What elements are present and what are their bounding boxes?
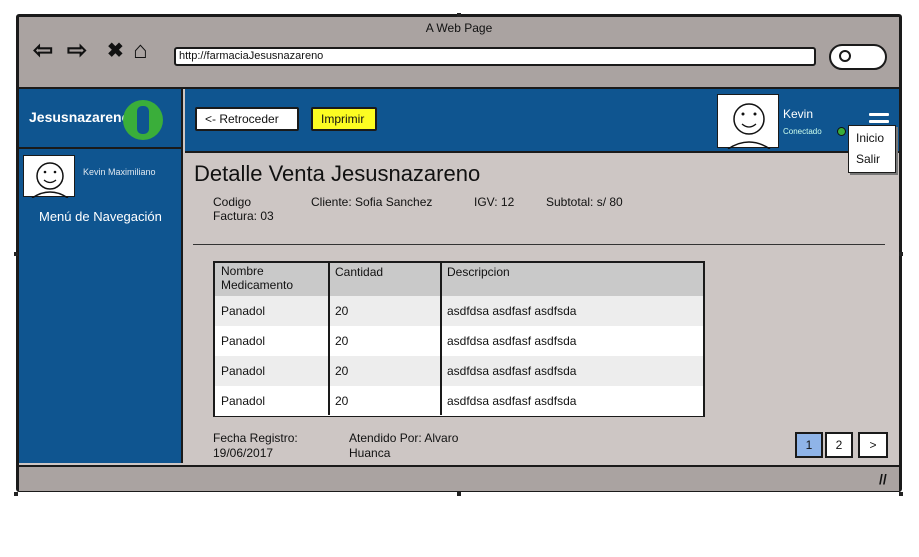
table-row[interactable]: Panadol 20 asdfdsa asdfasf asdfsda [215,356,703,386]
user-name: Kevin Maximiliano [83,167,156,177]
table-cell: Panadol [221,334,266,348]
online-status-icon [837,127,846,136]
divider [193,244,885,245]
table-cell: asdfdsa asdfasf asdfsda [447,334,577,348]
avatar-face-icon [31,162,69,199]
stop-icon[interactable]: ✖ [107,37,124,65]
window-title: A Web Page [425,21,493,35]
browser-statusbar: // [19,465,899,491]
table-cell: 20 [335,334,349,348]
column-divider [440,263,442,415]
sidebar: Jesusnazareno Kevin Maximiliano Menú de … [19,89,183,463]
table-cell: 20 [335,394,349,408]
brand-logo-mark [137,106,149,134]
page-1-button[interactable]: 1 [795,432,823,458]
page-title: Detalle Venta Jesusnazareno [194,161,481,186]
forward-arrow-icon[interactable]: ⇨ [67,37,87,65]
app-header: <- Retroceder Imprimir Kevin Conectado [185,89,899,153]
next-page-button[interactable]: > [858,432,888,458]
selection-handle [899,492,903,496]
sale-detail-table: Nombre Medicamento Cantidad Descripcion … [213,261,705,417]
brand: Jesusnazareno [19,89,183,149]
browser-search-button[interactable] [829,44,887,70]
brand-name: Jesusnazareno [29,109,131,125]
url-bar[interactable]: http://farmaciaJesusnazareno [174,47,816,66]
back-arrow-icon[interactable]: ⇦ [33,37,53,65]
table-cell: 20 [335,364,349,378]
table-row[interactable]: Panadol 20 asdfdsa asdfasf asdfsda [215,326,703,356]
table-cell: Panadol [221,304,266,318]
subtotal-value: Subtotal: s/ 80 [546,195,623,209]
menu-item-salir[interactable]: Salir [856,152,880,166]
table-row[interactable]: Panadol 20 asdfdsa asdfasf asdfsda [215,296,703,326]
table-cell: asdfdsa asdfasf asdfsda [447,304,577,318]
print-button[interactable]: Imprimir [311,107,377,131]
header-username: Kevin [783,107,814,121]
table-cell: Panadol [221,364,266,378]
page-2-button[interactable]: 2 [825,432,853,458]
table-cell: 20 [335,304,349,318]
igv-value: IGV: 12 [474,195,515,209]
column-header-descripcion: Descripcion [441,263,703,296]
back-button[interactable]: <- Retroceder [195,107,299,131]
selection-handle [457,13,461,17]
browser-titlebar: A Web Page ⇦ ⇨ ✖ ⌂ http://farmaciaJesusn… [19,17,899,89]
avatar-face-icon [727,103,771,150]
column-header-medicamento: Nombre Medicamento [215,263,329,296]
resize-grip-icon[interactable]: // [879,471,887,487]
column-header-cantidad: Cantidad [329,263,441,296]
table-row[interactable]: Panadol 20 asdfdsa asdfasf asdfsda [215,386,703,416]
home-icon[interactable]: ⌂ [133,37,148,65]
selection-handle [14,252,18,256]
header-avatar [717,94,779,150]
search-icon [839,50,851,62]
table-cell: asdfdsa asdfasf asdfsda [447,394,577,408]
table-cell: asdfdsa asdfasf asdfsda [447,364,577,378]
client-name: Cliente: Sofia Sanchez [311,195,433,209]
column-divider [328,263,330,415]
user-dropdown-menu: Inicio Salir [848,125,896,173]
invoice-code: Codigo Factura: 03 [213,195,274,223]
registration-date: Fecha Registro: 19/06/2017 [213,431,298,460]
selection-handle [899,252,903,256]
attended-by: Atendido Por: Alvaro Huanca [349,431,459,460]
selection-handle [457,492,461,496]
avatar [23,155,75,199]
table-cell: Panadol [221,394,266,408]
selection-handle [14,492,18,496]
navigation-menu-title[interactable]: Menú de Navegación [39,209,162,224]
brand-logo-icon [123,100,163,140]
menu-item-inicio[interactable]: Inicio [856,131,884,145]
connection-status: Conectado [783,127,822,136]
